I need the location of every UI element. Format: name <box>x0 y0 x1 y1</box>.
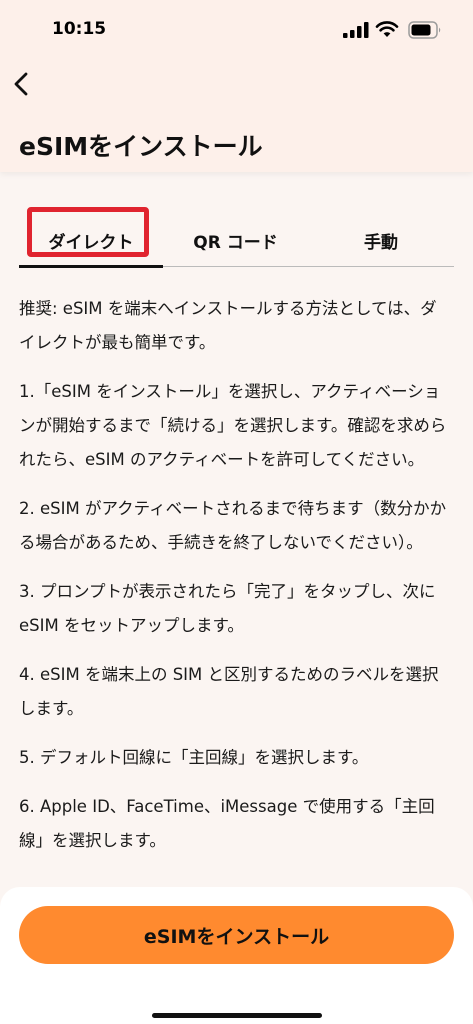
instruction-step-3: 3. プロンプトが表示されたら「完了」をタップし、次に eSIM をセットアップ… <box>19 582 436 635</box>
page-title: eSIMをインストール <box>19 132 263 161</box>
instruction-step-6: 6. Apple ID、FaceTime、iMessage で使用する「主回線」… <box>19 797 435 850</box>
active-tab-indicator <box>19 265 163 268</box>
instruction-step-1: 1.「eSIM をインストール」を選択し、アクティベーションが開始するまで「続け… <box>19 382 447 469</box>
tab-qr-code[interactable]: QR コード <box>163 214 308 266</box>
wifi-icon <box>375 21 399 37</box>
instruction-step-5: 5. デフォルト回線に「主回線」を選択します。 <box>19 748 369 767</box>
header: 10:15 eSIMをインストール <box>0 0 473 172</box>
tab-manual[interactable]: 手動 <box>308 214 454 266</box>
tab-direct[interactable]: ダイレクト <box>19 214 163 266</box>
status-time: 10:15 <box>52 19 107 39</box>
battery-icon <box>408 21 441 39</box>
tab-bar: ダイレクト QR コード 手動 <box>19 214 454 268</box>
instruction-step-2: 2. eSIM がアクティベートされるまで待ちます（数分かかる場合があるため、手… <box>19 499 447 552</box>
home-indicator <box>152 1013 322 1018</box>
signal-icon <box>343 22 369 38</box>
instruction-step-4: 4. eSIM を端末上の SIM と区別するためのラベルを選択します。 <box>19 665 439 718</box>
instructions-content: 推奨: eSIM を端末へインストールする方法としては、ダイレクトが最も簡単です… <box>19 292 449 892</box>
chevron-left-icon <box>14 72 28 96</box>
recommendation-text: 推奨: eSIM を端末へインストールする方法としては、ダイレクトが最も簡単です… <box>19 299 437 352</box>
bottom-panel: eSIMをインストール <box>0 887 473 1024</box>
install-esim-button[interactable]: eSIMをインストール <box>19 906 454 964</box>
back-button[interactable] <box>4 62 44 106</box>
